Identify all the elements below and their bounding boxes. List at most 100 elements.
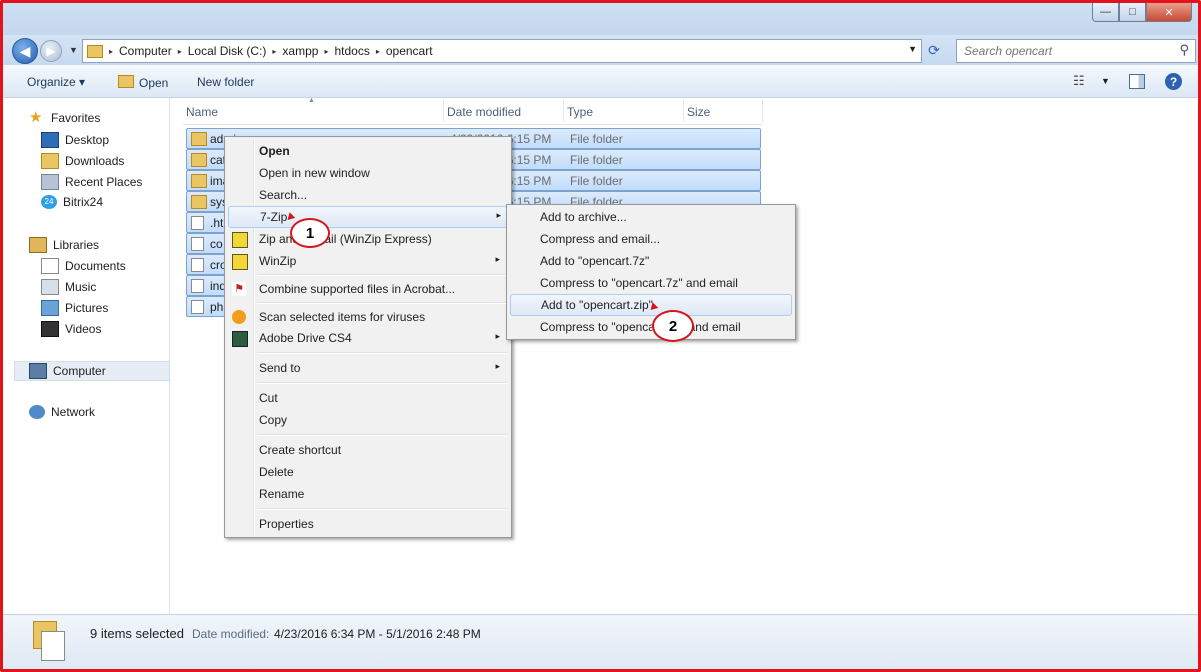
new-folder-button[interactable]: New folder: [197, 75, 254, 89]
menu-item-label: Search...: [259, 188, 308, 202]
submenu-item-add-to-archive[interactable]: Add to archive...: [510, 207, 790, 227]
menu-item-cut[interactable]: Cut: [228, 388, 506, 408]
sidebar-label: Network: [51, 405, 96, 419]
minimize-button[interactable]: —: [1092, 3, 1119, 22]
column-divider[interactable]: [443, 100, 444, 122]
sidebar-item-network[interactable]: Network: [29, 405, 95, 419]
callout-step-1: 1: [290, 218, 330, 248]
pictures-icon: [41, 300, 59, 316]
maximize-button[interactable]: □: [1119, 3, 1146, 22]
sidebar-item-computer[interactable]: Computer: [29, 363, 106, 379]
views-icon[interactable]: ☷: [1073, 73, 1085, 89]
breadcrumb-local-disk[interactable]: Local Disk (C:): [188, 44, 267, 58]
submenu-arrow-icon: ▸: [495, 361, 500, 371]
refresh-button[interactable]: ⟳: [924, 40, 944, 60]
breadcrumb-xampp[interactable]: xampp: [282, 44, 318, 58]
forward-button[interactable]: ▶: [40, 40, 62, 62]
breadcrumb-separator[interactable]: ▸: [324, 47, 328, 56]
star-icon: ★: [29, 109, 43, 126]
file-shape: [41, 631, 65, 661]
submenu-item-compress-7z-email[interactable]: Compress to "opencart.7z" and email: [510, 273, 790, 293]
date-modified-label: Date modified:: [192, 627, 270, 641]
menu-item-label: Open: [259, 144, 290, 158]
sidebar-label: Recent Places: [65, 175, 143, 189]
menu-item-adobe-drive[interactable]: Adobe Drive CS4 ▸: [228, 328, 506, 348]
column-divider[interactable]: [563, 100, 564, 122]
breadcrumb-separator[interactable]: ▸: [272, 47, 276, 56]
column-date-modified[interactable]: Date modified: [447, 105, 521, 119]
title-bar: — □ ✕: [3, 3, 1198, 35]
menu-item-create-shortcut[interactable]: Create shortcut: [228, 440, 506, 460]
sidebar-item-libraries[interactable]: Libraries: [29, 237, 99, 253]
sidebar-label: Computer: [53, 364, 106, 378]
sidebar-item-bitrix24[interactable]: 24 Bitrix24: [41, 195, 103, 209]
submenu-arrow-icon: ▸: [495, 254, 500, 264]
menu-item-winzip[interactable]: WinZip ▸: [228, 251, 506, 271]
sidebar-item-documents[interactable]: Documents: [41, 258, 126, 274]
sidebar-item-pictures[interactable]: Pictures: [41, 300, 108, 316]
close-button[interactable]: ✕: [1146, 3, 1192, 22]
column-size[interactable]: Size: [687, 105, 710, 119]
breadcrumb-separator[interactable]: ▸: [109, 47, 113, 56]
search-input[interactable]: [962, 41, 1166, 61]
menu-item-label: Compress to "opencart.zip" and email: [540, 320, 741, 334]
breadcrumb-htdocs[interactable]: htdocs: [334, 44, 369, 58]
details-pane: 9 items selected Date modified: 4/23/201…: [3, 614, 1198, 669]
column-divider[interactable]: [762, 100, 763, 122]
videos-icon: [41, 321, 59, 337]
menu-item-properties[interactable]: Properties: [228, 514, 506, 534]
computer-icon: [29, 363, 47, 379]
sidebar-label: Music: [65, 280, 97, 294]
search-box: ⚲: [956, 39, 1196, 63]
menu-item-delete[interactable]: Delete: [228, 462, 506, 482]
preview-pane-icon[interactable]: [1129, 74, 1145, 89]
menu-item-zip-email-winzip[interactable]: Zip and E-Mail (WinZip Express): [228, 229, 506, 249]
sidebar-item-videos[interactable]: Videos: [41, 321, 101, 337]
column-type[interactable]: Type: [567, 105, 593, 119]
menu-item-search[interactable]: Search...: [228, 185, 506, 205]
recent-pages-button[interactable]: ▼: [69, 45, 78, 55]
column-name[interactable]: Name: [186, 105, 218, 119]
menu-item-combine-acrobat[interactable]: ⚑ Combine supported files in Acrobat...: [228, 279, 506, 299]
menu-item-label: Send to: [259, 361, 301, 375]
sidebar-item-recent-places[interactable]: Recent Places: [41, 174, 142, 190]
sort-ascending-icon: ▲: [308, 97, 315, 104]
back-button[interactable]: ◀: [12, 38, 38, 64]
chevron-down-icon: ▼: [69, 45, 78, 55]
menu-item-scan-viruses[interactable]: Scan selected items for viruses: [228, 307, 506, 327]
breadcrumb-computer[interactable]: Computer: [119, 44, 172, 58]
breadcrumb-separator[interactable]: ▸: [178, 47, 182, 56]
context-menu: Open Open in new window Search... 7-Zip ▸…: [224, 136, 512, 538]
sidebar-item-favorites[interactable]: ★ Favorites: [29, 109, 100, 126]
folder-icon: [191, 132, 207, 146]
sidebar-item-music[interactable]: Music: [41, 279, 96, 295]
sidebar-item-downloads[interactable]: Downloads: [41, 153, 124, 169]
file-name: ph: [210, 300, 224, 314]
views-dropdown-icon[interactable]: ▼: [1101, 76, 1110, 86]
submenu-item-compress-zip-email[interactable]: Compress to "opencart.zip" and email: [510, 317, 790, 337]
breadcrumb-opencart[interactable]: opencart: [386, 44, 433, 58]
menu-item-open[interactable]: Open: [228, 141, 506, 161]
search-icon[interactable]: ⚲: [1179, 42, 1189, 58]
menu-item-label: Add to "opencart.7z": [540, 254, 650, 268]
open-button[interactable]: Open: [118, 75, 168, 90]
menu-item-open-new-window[interactable]: Open in new window: [228, 163, 506, 183]
seven-zip-submenu: Add to archive... Compress and email... …: [506, 204, 796, 340]
arrow-left-icon: ◀: [19, 42, 31, 59]
column-divider[interactable]: [683, 100, 684, 122]
folder-icon: [191, 174, 207, 188]
submenu-item-add-to-7z[interactable]: Add to "opencart.7z": [510, 251, 790, 271]
address-dropdown-icon[interactable]: ▼: [908, 44, 917, 54]
help-icon[interactable]: ?: [1165, 73, 1182, 90]
organize-button[interactable]: Organize ▾: [27, 75, 85, 89]
menu-item-rename[interactable]: Rename: [228, 484, 506, 504]
submenu-item-compress-and-email[interactable]: Compress and email...: [510, 229, 790, 249]
folder-icon: [87, 44, 103, 58]
address-bar[interactable]: ▸ Computer ▸ Local Disk (C:) ▸ xampp ▸ h…: [82, 39, 922, 63]
menu-item-send-to[interactable]: Send to ▸: [228, 358, 506, 378]
menu-item-copy[interactable]: Copy: [228, 410, 506, 430]
sidebar-item-desktop[interactable]: Desktop: [41, 132, 109, 148]
sidebar-label: Bitrix24: [63, 195, 104, 209]
breadcrumb-separator[interactable]: ▸: [376, 47, 380, 56]
menu-item-7zip[interactable]: 7-Zip ▸: [228, 206, 508, 228]
